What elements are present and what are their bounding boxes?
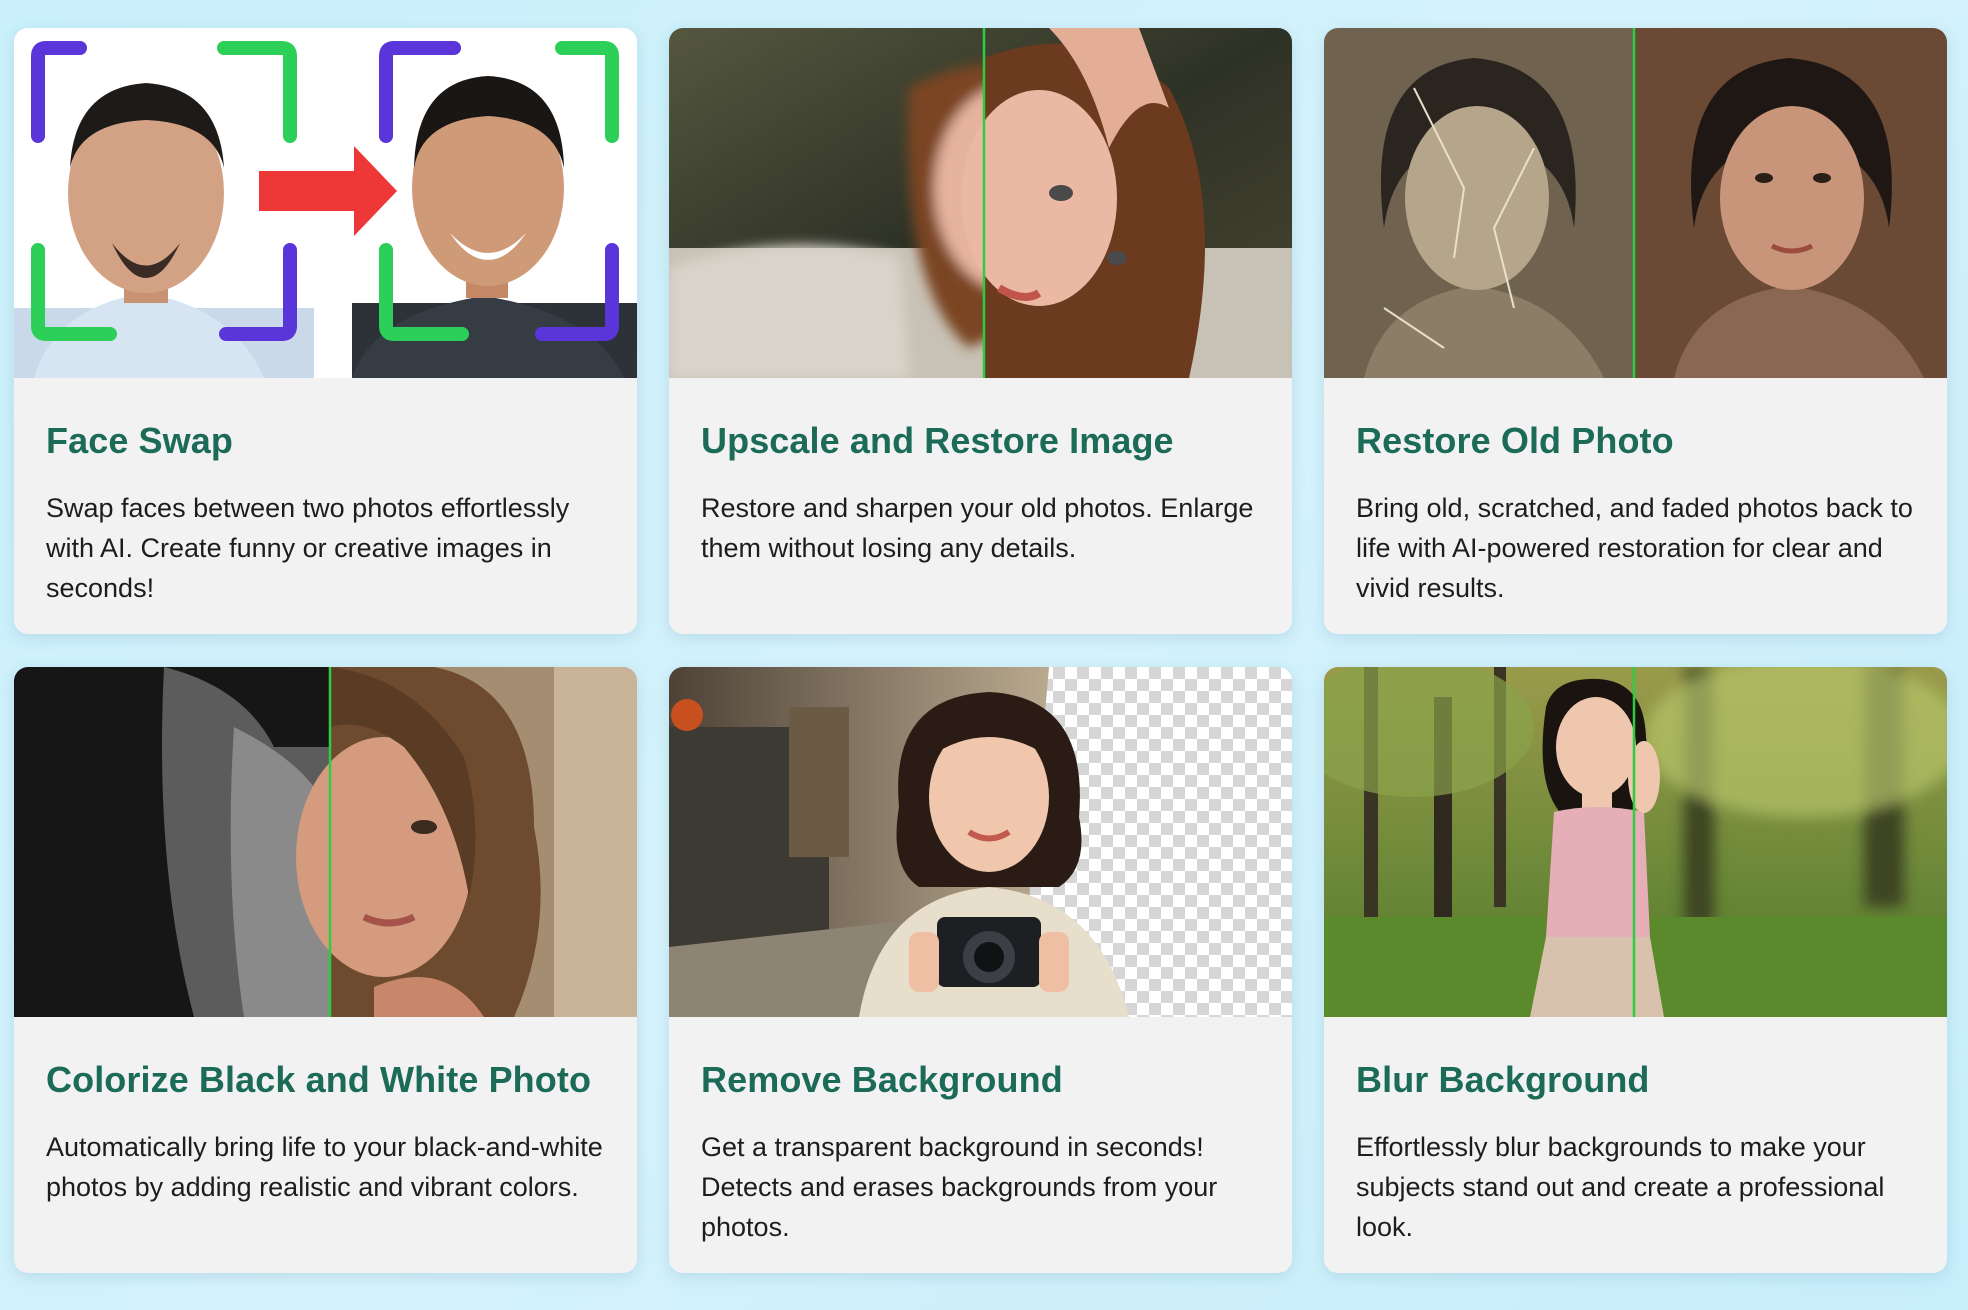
card-remove-background[interactable]: Remove Background Get a transparent back… (669, 667, 1292, 1273)
card-title: Upscale and Restore Image (701, 420, 1174, 461)
card-description: Automatically bring life to your black-a… (46, 1132, 603, 1203)
remove-background-image (669, 667, 1292, 1017)
card-restore-old-photo[interactable]: Restore Old Photo Bring old, scratched, … (1324, 28, 1947, 634)
face-swap-image (14, 28, 637, 378)
card-title: Remove Background (701, 1059, 1063, 1100)
card-description: Bring old, scratched, and faded photos b… (1356, 493, 1913, 604)
card-description: Swap faces between two photos effortless… (46, 493, 570, 604)
card-title: Restore Old Photo (1356, 420, 1674, 461)
upscale-restore-image (669, 28, 1292, 378)
card-colorize[interactable]: Colorize Black and White Photo Automatic… (14, 667, 637, 1273)
blur-background-image (1324, 667, 1947, 1017)
card-description: Effortlessly blur backgrounds to make yo… (1356, 1132, 1885, 1243)
card-title: Colorize Black and White Photo (46, 1059, 592, 1100)
card-upscale-restore[interactable]: Upscale and Restore Image Restore and sh… (669, 28, 1292, 634)
restore-old-photo-image (1324, 28, 1947, 378)
card-description: Restore and sharpen your old photos. Enl… (701, 493, 1254, 564)
card-blur-background[interactable]: Blur Background Effortlessly blur backgr… (1324, 667, 1947, 1273)
card-description: Get a transparent background in seconds!… (701, 1132, 1218, 1243)
tools-grid: Face Swap Swap faces between two photos … (14, 28, 1947, 1273)
card-title: Blur Background (1356, 1059, 1650, 1100)
card-face-swap[interactable]: Face Swap Swap faces between two photos … (14, 28, 637, 634)
colorize-image (14, 667, 637, 1017)
card-title: Face Swap (46, 420, 233, 461)
